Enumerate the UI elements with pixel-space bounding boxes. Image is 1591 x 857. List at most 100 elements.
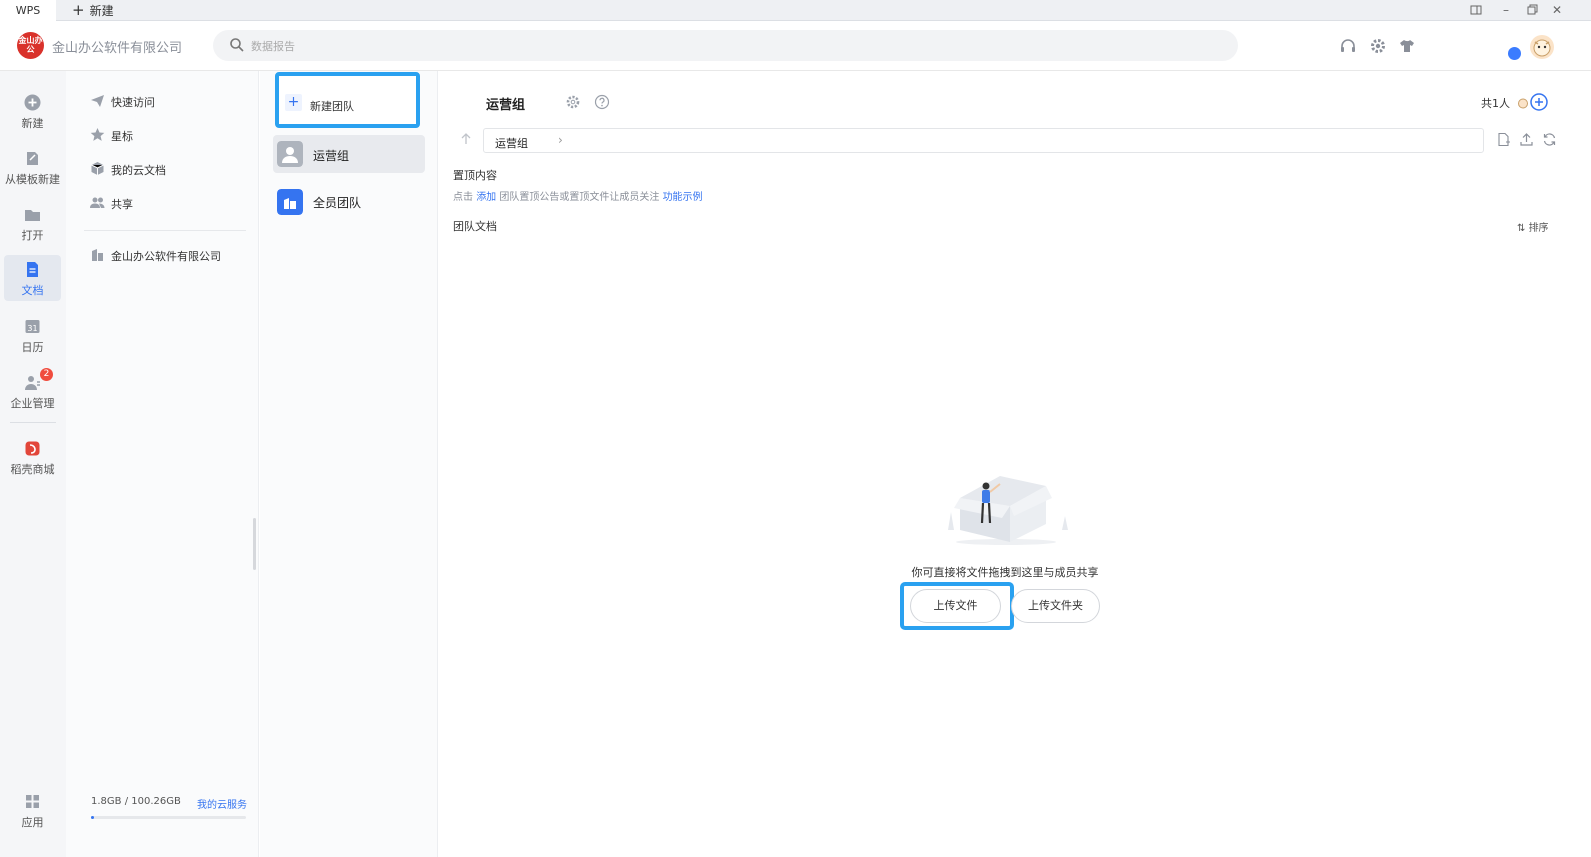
team-list: + 新建团队 运营组 全员团队 [260,71,438,857]
pinned-section-title: 置顶内容 [453,169,497,182]
notification-badge: 2 [40,368,53,381]
nav-enterprise[interactable]: 2 企业管理 [4,368,61,414]
search-bar[interactable]: 数据报告 [213,30,1238,61]
breadcrumb-item[interactable]: 运营组 [495,135,528,151]
team-item-operations[interactable]: 运营组 [273,135,425,173]
member-count-label: 共1人 [1481,97,1510,110]
help-icon[interactable] [594,94,610,110]
headset-icon[interactable] [1339,37,1357,55]
org-logo: 金山办公 [17,32,44,59]
sort-button[interactable]: ⇅ 排序 [1517,219,1549,234]
left-nav: 新建 从模板新建 打开 文档 31 日历 2 企业管理 稻壳商城 应用 [0,71,66,857]
new-team-button[interactable]: + 新建团队 [275,72,420,128]
building-icon [92,249,103,261]
nav-label: 日历 [21,341,44,354]
nav-label: 稻壳商城 [10,463,55,476]
nav-label: 应用 [21,816,44,829]
nav-template-new[interactable]: 从模板新建 [4,146,61,192]
upload-icon[interactable] [1519,132,1534,147]
nav-new[interactable]: 新建 [4,90,61,136]
page-title: 运营组 [486,98,526,113]
nav-label: 文档 [21,284,44,297]
plus-icon: + [285,94,302,111]
sidebar-divider [84,230,246,231]
team-avatar-icon [277,141,303,167]
document-icon [27,262,38,277]
search-input[interactable]: 数据报告 [251,38,295,54]
pinned-hint-prefix: 点击 [453,192,473,203]
gear-icon[interactable] [1369,37,1387,55]
minimize-icon[interactable]: – [1494,0,1518,21]
docer-icon [25,441,40,456]
close-icon[interactable]: ✕ [1545,0,1569,21]
doc-sidebar: 快速访问 星标 我的云文档 共享 金山办公软件有限公司 1.8GB / 100.… [66,71,259,857]
user-avatar[interactable] [1530,35,1554,59]
storage-progress [91,816,246,819]
feature-example-link[interactable]: 功能示例 [663,192,703,203]
calendar-icon: 31 [25,320,40,333]
nav-open[interactable]: 打开 [4,202,61,248]
company-team-icon [277,189,303,215]
pinned-hint: 点击 添加 团队置顶公告或置顶文件让成员关注 功能示例 [453,188,703,203]
skin-shirt-icon[interactable] [1398,37,1416,55]
team-label: 运营组 [313,149,350,163]
my-cloud-service-link[interactable]: 我的云服务 [197,796,247,811]
sidebar-item-label: 星标 [111,130,133,143]
upload-folder-button[interactable]: 上传文件夹 [1011,589,1100,623]
add-pin-link[interactable]: 添加 [476,192,496,203]
main-panel: 运营组 共1人 运营组 › 置顶内容 点击 添加 团队置顶公告或置顶文件让成员关… [439,71,1591,857]
star-icon [90,128,105,141]
paper-plane-icon [91,95,104,107]
refresh-icon[interactable] [1542,132,1557,147]
new-tab-label: 新建 [89,4,114,18]
folder-icon [25,210,40,221]
sort-label: 排序 [1528,223,1549,234]
reading-mode-icon[interactable] [1464,0,1488,21]
svg-text:31: 31 [27,324,37,333]
new-file-icon[interactable] [1496,132,1511,147]
settings-gear-icon[interactable] [565,94,581,110]
empty-box-illustration [948,476,1068,545]
sort-icon: ⇅ [1517,223,1529,234]
title-bar: WPS + 新建 – ✕ [0,0,1591,21]
member-badge-icon [1508,47,1521,60]
plus-icon: + [72,1,85,19]
chevron-right-icon: › [558,133,563,147]
nav-label: 新建 [21,117,44,130]
new-team-label: 新建团队 [310,100,354,113]
apps-icon [26,795,39,808]
people-icon [90,197,105,208]
nav-calendar[interactable]: 31 日历 [4,314,61,360]
panel-resize-handle[interactable] [253,518,256,570]
org-name[interactable]: 金山办公软件有限公司 [52,37,182,56]
add-member-icon[interactable] [1530,93,1548,111]
restore-icon[interactable] [1520,0,1544,21]
plus-circle-icon [24,94,41,111]
team-label: 全员团队 [313,196,362,210]
sidebar-item-label: 快速访问 [111,96,155,109]
storage-progress-fill [91,816,95,819]
breadcrumb: 运营组 › [483,128,1484,153]
empty-state-text: 你可直接将文件拖拽到这里与成员共享 [911,566,1099,579]
team-item-all-staff[interactable]: 全员团队 [273,183,425,221]
upload-file-button[interactable]: 上传文件 [910,589,1001,623]
app-header: 金山办公 金山办公软件有限公司 数据报告 [0,21,1591,71]
up-arrow-icon[interactable] [459,132,473,146]
sidebar-item-label: 共享 [111,198,133,211]
enterprise-icon [25,376,40,390]
nav-divider [10,422,56,423]
nav-label: 从模板新建 [5,173,60,186]
member-count[interactable]: 共1人 [1481,95,1529,111]
nav-apps[interactable]: 应用 [4,789,61,835]
nav-documents[interactable]: 文档 [4,255,61,301]
sidebar-item-label: 我的云文档 [111,164,166,177]
nav-docer-store[interactable]: 稻壳商城 [4,436,61,482]
template-icon [27,152,38,165]
member-avatar-icon [1517,98,1528,109]
tab-wps[interactable]: WPS [0,0,56,21]
new-tab-button[interactable]: + 新建 [72,0,114,21]
nav-label: 企业管理 [10,397,55,410]
team-docs-title: 团队文档 [453,220,497,233]
storage-usage: 1.8GB / 100.26GB [91,796,181,807]
search-icon [230,38,244,52]
